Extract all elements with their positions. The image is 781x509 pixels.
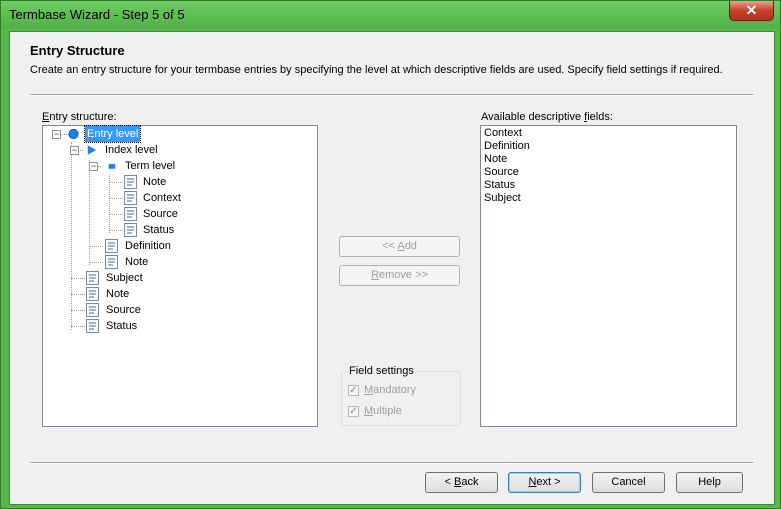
tree-node-label: Status	[106, 320, 138, 332]
tree-node-label: Context	[143, 192, 181, 204]
field-icon	[124, 223, 137, 237]
tree-node-label: Note	[106, 288, 130, 300]
field-icon	[86, 319, 99, 333]
close-icon: ✕	[745, 2, 758, 18]
header-divider	[30, 94, 753, 96]
field-icon	[86, 271, 99, 285]
check-icon: ✓	[348, 385, 359, 396]
circle-icon	[68, 128, 79, 140]
list-item[interactable]: Definition	[484, 140, 530, 153]
window-title: Termbase Wizard - Step 5 of 5	[9, 7, 185, 22]
cancel-button[interactable]: Cancel	[592, 472, 665, 493]
mandatory-label: Mandatory	[364, 384, 416, 396]
tree-node-field[interactable]: Status	[43, 318, 317, 334]
field-icon	[124, 207, 137, 221]
back-button[interactable]: < Back	[425, 472, 498, 493]
list-item[interactable]: Note	[484, 153, 507, 166]
field-icon	[86, 287, 99, 301]
tree-node-field[interactable]: Status	[43, 222, 317, 238]
tree-node-label: Source	[106, 304, 141, 316]
tree-node-field[interactable]: Subject	[43, 270, 317, 286]
wizard-client: Entry Structure Create an entry structur…	[9, 31, 775, 505]
tree-node-label: Entry level	[83, 125, 142, 143]
tree-node-field[interactable]: Context	[43, 190, 317, 206]
next-button[interactable]: Next >	[508, 472, 581, 493]
field-icon	[124, 191, 137, 205]
triangle-icon	[87, 145, 97, 155]
list-item[interactable]: Context	[484, 127, 522, 140]
mandatory-checkbox[interactable]: ✓ Mandatory	[348, 384, 458, 398]
check-icon: ✓	[348, 406, 359, 417]
list-item[interactable]: Status	[484, 179, 515, 192]
help-button[interactable]: Help	[676, 472, 743, 493]
entry-structure-tree[interactable]: − Entry level − Index level − Term level…	[42, 125, 318, 427]
wizard-header: Entry Structure Create an entry structur…	[10, 32, 774, 92]
tree-node-label: Note	[143, 176, 167, 188]
tree-node-label: Index level	[105, 144, 158, 156]
collapse-icon[interactable]: −	[70, 146, 79, 155]
entry-structure-label: Entry structure:	[42, 111, 117, 123]
wizard-window: Termbase Wizard - Step 5 of 5 ✕ Entry St…	[0, 0, 781, 509]
close-button[interactable]: ✕	[729, 1, 774, 21]
square-icon	[108, 164, 116, 169]
available-fields-list[interactable]: Context Definition Note Source Status Su…	[480, 125, 737, 427]
tree-node-field[interactable]: Source	[43, 302, 317, 318]
field-icon	[86, 303, 99, 317]
tree-node-label: Definition	[125, 240, 171, 252]
field-icon	[105, 255, 118, 269]
title-bar[interactable]: Termbase Wizard - Step 5 of 5 ✕	[1, 1, 780, 29]
collapse-icon[interactable]: −	[89, 162, 98, 171]
list-item[interactable]: Source	[484, 166, 519, 179]
tree-node-field[interactable]: Definition	[43, 238, 317, 254]
tree-node-label: Status	[143, 224, 175, 236]
tree-node-label: Subject	[106, 272, 143, 284]
tree-node-field[interactable]: Note	[43, 254, 317, 270]
available-fields-label: Available descriptive fields:	[481, 111, 613, 123]
remove-button[interactable]: Remove >>	[339, 265, 460, 286]
tree-node-term-level[interactable]: − Term level	[43, 158, 317, 174]
field-icon	[105, 239, 118, 253]
tree-node-label: Term level	[125, 160, 176, 172]
field-settings-label: Field settings	[347, 365, 416, 377]
tree-node-entry-level[interactable]: − Entry level	[43, 125, 317, 143]
tree-node-index-level[interactable]: − Index level	[43, 142, 317, 158]
page-description: Create an entry structure for your termb…	[30, 64, 723, 76]
tree-node-field[interactable]: Note	[43, 174, 317, 190]
footer-divider	[30, 462, 753, 464]
tree-node-label: Source	[143, 208, 178, 220]
tree-node-field[interactable]: Source	[43, 206, 317, 222]
page-title: Entry Structure	[30, 43, 125, 58]
multiple-label: Multiple	[364, 405, 402, 417]
add-button[interactable]: << Add	[339, 236, 460, 257]
list-item[interactable]: Subject	[484, 192, 521, 205]
tree-node-field[interactable]: Note	[43, 286, 317, 302]
collapse-icon[interactable]: −	[52, 130, 61, 139]
multiple-checkbox[interactable]: ✓ Multiple	[348, 405, 458, 419]
field-icon	[124, 175, 137, 189]
tree-node-label: Note	[125, 256, 149, 268]
